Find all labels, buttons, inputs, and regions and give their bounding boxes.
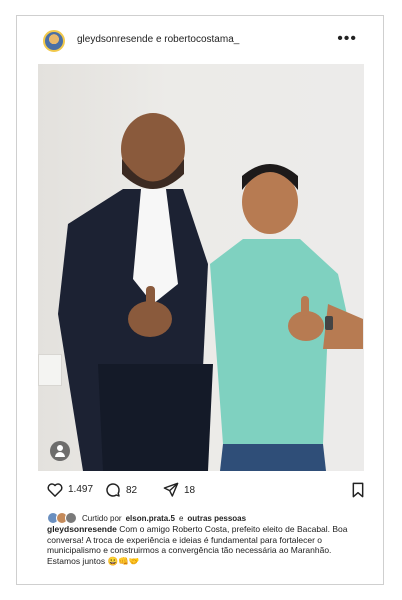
liked-by-user[interactable]: elson.prata.5 [126, 514, 175, 523]
shares-count: 18 [184, 484, 196, 496]
man-left-thumb [146, 286, 155, 308]
instagram-post-card: gleydsonresende e robertocostama_ ••• 1.… [16, 15, 384, 585]
post-photo[interactable] [38, 64, 364, 471]
comments-count: 82 [126, 484, 138, 496]
comment-action[interactable]: 82 [105, 482, 137, 498]
likes-count: 1.497 [68, 484, 94, 495]
like-action[interactable]: 1.497 [47, 482, 93, 497]
comment-icon[interactable] [105, 482, 121, 498]
bookmark-action[interactable] [351, 482, 365, 501]
heart-icon[interactable] [47, 482, 63, 497]
man-left-trousers [98, 364, 213, 471]
man-right-thumb [301, 296, 309, 316]
liked-by-prefix: Curtido por [82, 513, 122, 523]
man-right-watch [325, 316, 333, 330]
people-illustration [58, 113, 363, 471]
post-caption: gleydsonresende Com o amigo Roberto Cost… [47, 524, 352, 566]
post-actions: 1.497 82 18 [47, 482, 367, 506]
liked-by-connector: e [178, 513, 184, 523]
liked-by-others[interactable]: outras pessoas [187, 514, 246, 523]
man-right-jeans [220, 444, 326, 471]
post-header: gleydsonresende e robertocostama_ ••• [17, 16, 383, 66]
liker-avatars [47, 512, 77, 524]
liked-by: Curtido por elson.prata.5 e outras pesso… [47, 512, 246, 524]
user-tag-icon[interactable] [50, 441, 70, 461]
more-options-icon[interactable]: ••• [337, 30, 357, 48]
post-author[interactable]: gleydsonresende e robertocostama_ [77, 34, 239, 45]
send-icon[interactable] [163, 482, 179, 498]
share-action[interactable]: 18 [163, 482, 195, 498]
caption-username[interactable]: gleydsonresende [47, 524, 117, 534]
liker-avatar [65, 512, 77, 524]
author-avatar[interactable] [43, 30, 65, 52]
bookmark-icon[interactable] [351, 482, 365, 498]
